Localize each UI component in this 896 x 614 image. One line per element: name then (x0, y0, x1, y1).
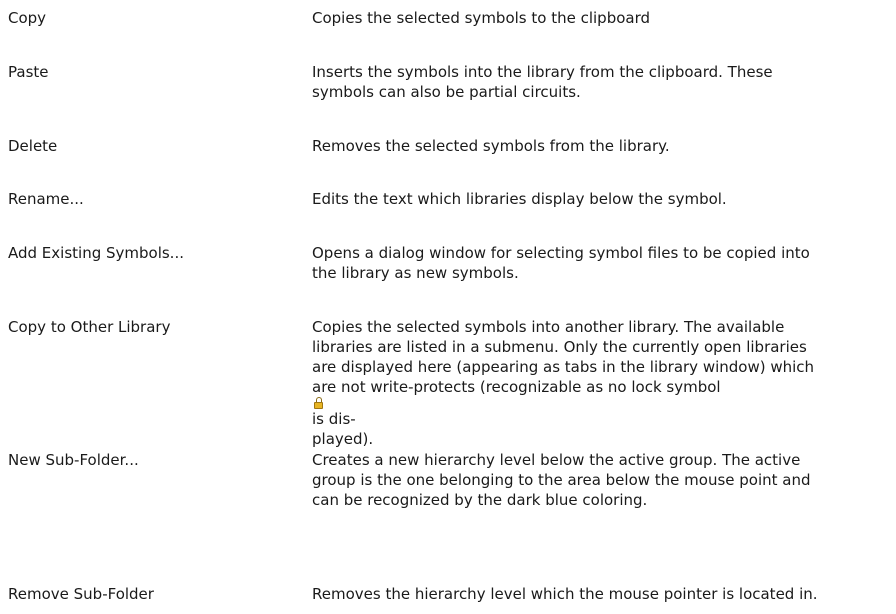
entry-term: Add Existing Symbols... (8, 244, 184, 262)
entry-term: Copy (8, 9, 47, 27)
description-line: the library as new symbols. (312, 264, 519, 282)
description-line-with-lock: are not write-protects (recognizable as … (312, 377, 888, 429)
description-text: are not write-protects (recognizable as … (312, 378, 721, 396)
description-line: libraries are listed in a submenu. Only … (312, 338, 807, 356)
entry-term: Copy to Other Library (8, 318, 171, 336)
entry-term: Paste (8, 63, 49, 81)
description-line: are displayed here (appearing as tabs in… (312, 358, 815, 376)
description-line: Opens a dialog window for selecting symb… (312, 244, 810, 262)
description-line: Removes the hierarchy level which the mo… (312, 585, 818, 603)
entry-term: Remove Sub-Folder (8, 585, 154, 603)
definition-list: Copy Copies the selected symbols to the … (0, 0, 896, 614)
description-line: group is the one belonging to the area b… (312, 471, 811, 489)
entry-description: Copies the selected symbols to the clipb… (312, 8, 888, 28)
description-text: is dis- (312, 410, 356, 428)
entry-term: Rename... (8, 190, 84, 208)
description-line: Copies the selected symbols to the clipb… (312, 9, 651, 27)
description-line: Inserts the symbols into the library fro… (312, 63, 773, 81)
lock-icon (314, 397, 323, 409)
entry-description: Removes the hierarchy level which the mo… (312, 584, 888, 604)
entry-description: Removes the selected symbols from the li… (312, 136, 888, 156)
entry-description: Opens a dialog window for selecting symb… (312, 243, 888, 283)
description-line: Removes the selected symbols from the li… (312, 137, 670, 155)
description-line: can be recognized by the dark blue color… (312, 491, 648, 509)
entry-description: Creates a new hierarchy level below the … (312, 450, 888, 510)
entry-description: Copies the selected symbols into another… (312, 317, 888, 449)
entry-term: Delete (8, 137, 58, 155)
description-line: Copies the selected symbols into another… (312, 318, 785, 336)
description-line: played). (312, 430, 374, 448)
description-line: Creates a new hierarchy level below the … (312, 451, 801, 469)
description-line: Edits the text which libraries display b… (312, 190, 727, 208)
entry-description: Edits the text which libraries display b… (312, 189, 888, 209)
entry-term: New Sub-Folder... (8, 451, 139, 469)
entry-description: Inserts the symbols into the library fro… (312, 62, 888, 102)
description-line: symbols can also be partial circuits. (312, 83, 581, 101)
